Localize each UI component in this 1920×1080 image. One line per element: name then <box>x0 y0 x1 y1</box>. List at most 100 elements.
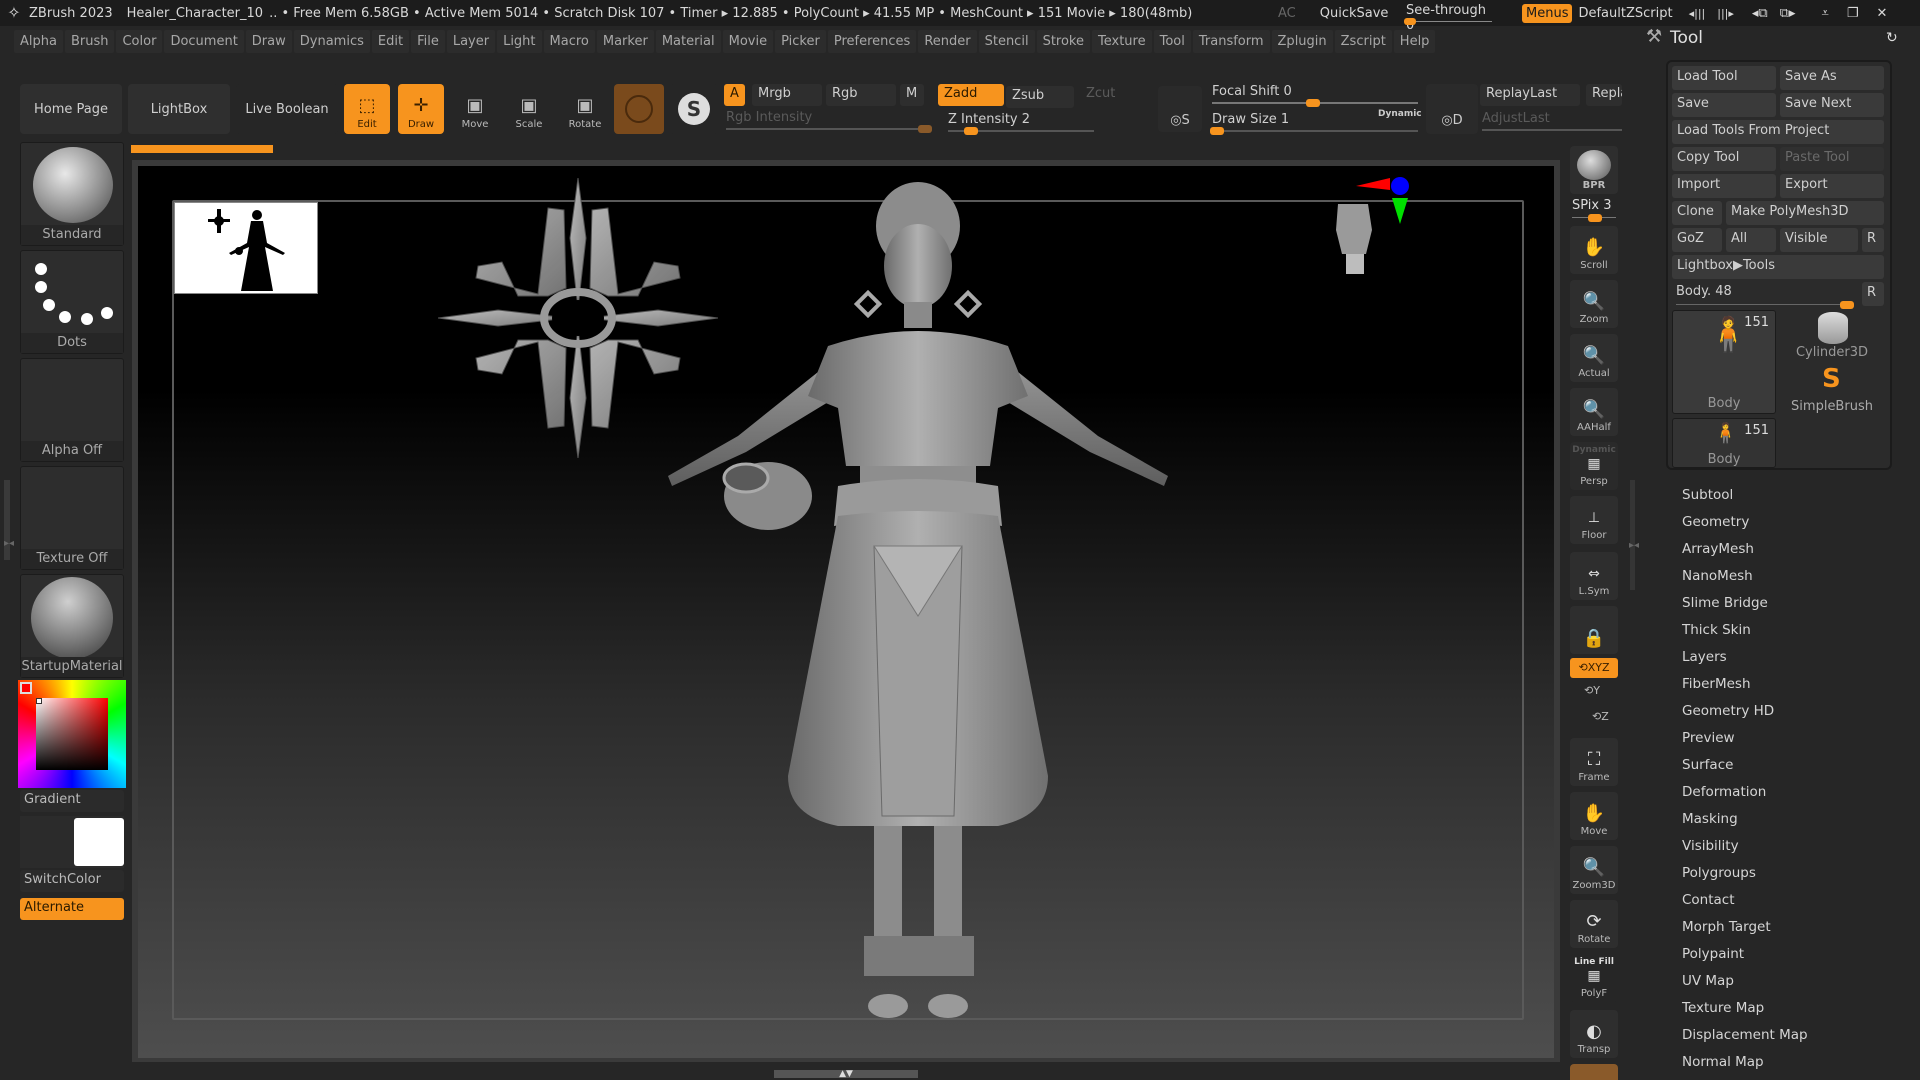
menu-help[interactable]: Help <box>1393 29 1436 53</box>
menu-alpha[interactable]: Alpha <box>14 29 63 53</box>
switch-color-button[interactable]: SwitchColor <box>20 870 124 892</box>
export-button[interactable]: Export <box>1780 174 1884 198</box>
see-through-slider[interactable]: See-through 0 <box>1400 0 1498 33</box>
color-picker[interactable] <box>18 680 126 788</box>
main-color-swatch[interactable] <box>20 682 32 694</box>
rgb-button[interactable]: Rgb <box>826 84 896 106</box>
see-through-knob[interactable] <box>1404 18 1416 25</box>
menu-picker[interactable]: Picker <box>775 29 826 53</box>
replay-last-rel-button[interactable]: Repla <box>1586 84 1622 106</box>
goz-button[interactable]: GoZ <box>1672 228 1722 252</box>
subpalette-slime-bridge[interactable]: Slime Bridge <box>1682 590 1808 617</box>
minimize-icon[interactable]: ⩡ <box>1816 4 1835 23</box>
rotate-view-button[interactable]: ⟳ Rotate <box>1570 900 1618 948</box>
subpalette-thick-skin[interactable]: Thick Skin <box>1682 617 1808 644</box>
subpalette-normal-map[interactable]: Normal Map <box>1682 1049 1808 1076</box>
a-button[interactable]: A <box>724 84 745 106</box>
menu-macro[interactable]: Macro <box>543 29 595 53</box>
transparency-button[interactable]: ◐ Transp <box>1570 1010 1618 1058</box>
lazy-mouse-s-button[interactable]: ◎ S <box>1158 86 1202 132</box>
scale-mode-button[interactable]: ▣ Scale <box>506 84 552 134</box>
local-transform-button[interactable]: 🔒 <box>1570 606 1618 654</box>
right-tray-toggle-icon[interactable]: ▸◂ <box>1629 540 1639 551</box>
color-saturation-square[interactable] <box>36 698 108 770</box>
zsub-button[interactable]: Zsub <box>1006 86 1074 108</box>
clone-button[interactable]: Clone <box>1672 201 1722 225</box>
frame-button[interactable]: ⛶ Frame <box>1570 738 1618 786</box>
floor-button[interactable]: ⊥ Floor <box>1570 496 1618 544</box>
subpalette-contact[interactable]: Contact <box>1682 887 1808 914</box>
load-tools-from-project-button[interactable]: Load Tools From Project <box>1672 120 1884 144</box>
zadd-button[interactable]: Zadd <box>938 84 1004 106</box>
rotate-z-button[interactable]: ⟲Z <box>1592 710 1609 723</box>
window-layout-alt-icon[interactable]: ⧉▸ <box>1774 4 1802 23</box>
subpalette-polygroups[interactable]: Polygroups <box>1682 860 1808 887</box>
draw-size-knob[interactable] <box>1210 127 1224 135</box>
subpalette-uv-map[interactable]: UV Map <box>1682 968 1808 995</box>
subpalette-morph-target[interactable]: Morph Target <box>1682 914 1808 941</box>
window-layout-icon[interactable]: ◂⧉ <box>1746 4 1774 23</box>
move-mode-button[interactable]: ▣ Move <box>452 84 498 134</box>
subpalette-nanomesh[interactable]: NanoMesh <box>1682 563 1808 590</box>
menu-color[interactable]: Color <box>116 29 163 53</box>
menu-zscript[interactable]: Zscript <box>1334 29 1392 53</box>
bpr-render-button[interactable]: BPR <box>1570 146 1618 194</box>
menu-layer[interactable]: Layer <box>446 29 496 53</box>
palette-refresh-icon[interactable]: ↻ <box>1886 30 1898 46</box>
bottom-tray-handle[interactable]: ▲▼ <box>774 1070 918 1079</box>
dynamic-toggle[interactable]: Dynamic <box>1378 109 1422 119</box>
menu-file[interactable]: File <box>411 29 445 53</box>
subpalette-geometry[interactable]: Geometry <box>1682 509 1808 536</box>
subpalette-geometry-hd[interactable]: Geometry HD <box>1682 698 1808 725</box>
draw-mode-button[interactable]: ✛ Draw <box>398 84 444 134</box>
goz-visible-button[interactable]: Visible <box>1780 228 1858 252</box>
import-button[interactable]: Import <box>1672 174 1776 198</box>
rotate-y-button[interactable]: ⟲Y <box>1584 684 1600 697</box>
m-button[interactable]: M <box>900 84 924 106</box>
menu-preferences[interactable]: Preferences <box>827 29 917 53</box>
subpalette-arraymesh[interactable]: ArrayMesh <box>1682 536 1808 563</box>
menu-dynamics[interactable]: Dynamics <box>293 29 370 53</box>
ghost-button[interactable] <box>1570 1064 1618 1080</box>
save-next-button[interactable]: Save Next <box>1780 93 1884 117</box>
current-tool-knob[interactable] <box>1840 301 1854 309</box>
stroke-selector[interactable]: Dots <box>20 250 124 354</box>
material-preview-button[interactable] <box>614 84 664 134</box>
menu-material[interactable]: Material <box>655 29 721 53</box>
spix-knob[interactable] <box>1588 214 1602 222</box>
menu-brush[interactable]: Brush <box>64 29 115 53</box>
default-zscript-button[interactable]: DefaultZScript <box>1572 4 1678 23</box>
copy-tool-button[interactable]: Copy Tool <box>1672 147 1776 171</box>
ui-layout-next-icon[interactable]: |||▸ <box>1711 5 1740 22</box>
brush-selector[interactable]: Standard <box>20 142 124 246</box>
menu-document[interactable]: Document <box>164 29 244 53</box>
menu-transform[interactable]: Transform <box>1192 29 1270 53</box>
rgb-intensity-knob[interactable] <box>918 125 932 133</box>
perspective-button[interactable]: Dynamic ▦ Persp <box>1570 442 1618 490</box>
texture-selector[interactable]: Texture Off <box>20 466 124 570</box>
load-tool-button[interactable]: Load Tool <box>1672 66 1776 90</box>
document-canvas[interactable] <box>138 166 1554 1058</box>
subpalette-preview[interactable]: Preview <box>1682 725 1808 752</box>
lightbox-button[interactable]: LightBox <box>128 84 230 134</box>
menu-light[interactable]: Light <box>497 29 542 53</box>
menu-render[interactable]: Render <box>918 29 977 53</box>
goz-r-button[interactable]: R <box>1862 228 1884 252</box>
subpalette-fibermesh[interactable]: FiberMesh <box>1682 671 1808 698</box>
save-button[interactable]: Save <box>1672 93 1776 117</box>
zcut-button[interactable]: Zcut <box>1080 84 1121 106</box>
menu-draw[interactable]: Draw <box>245 29 292 53</box>
ac-button[interactable]: AC <box>1272 4 1302 23</box>
zoom3d-button[interactable]: 🔍 Zoom3D <box>1570 846 1618 894</box>
polyframe-button[interactable]: Line Fill ▦ PolyF <box>1570 954 1618 1002</box>
subpalette-deformation[interactable]: Deformation <box>1682 779 1808 806</box>
right-tray-scrollbar[interactable] <box>1630 480 1635 590</box>
ui-layout-prev-icon[interactable]: ◂||| <box>1683 5 1712 22</box>
tool-thumb-cylinder3d[interactable]: Cylinder3D <box>1780 310 1884 360</box>
paste-tool-button[interactable]: Paste Tool <box>1780 147 1884 171</box>
rotate-mode-button[interactable]: ▣ Rotate <box>562 84 608 134</box>
close-icon[interactable]: ✕ <box>1871 4 1894 23</box>
navigation-thumbnail[interactable] <box>174 202 318 294</box>
scroll-button[interactable]: ✋ Scroll <box>1570 226 1618 274</box>
goz-all-button[interactable]: All <box>1726 228 1776 252</box>
